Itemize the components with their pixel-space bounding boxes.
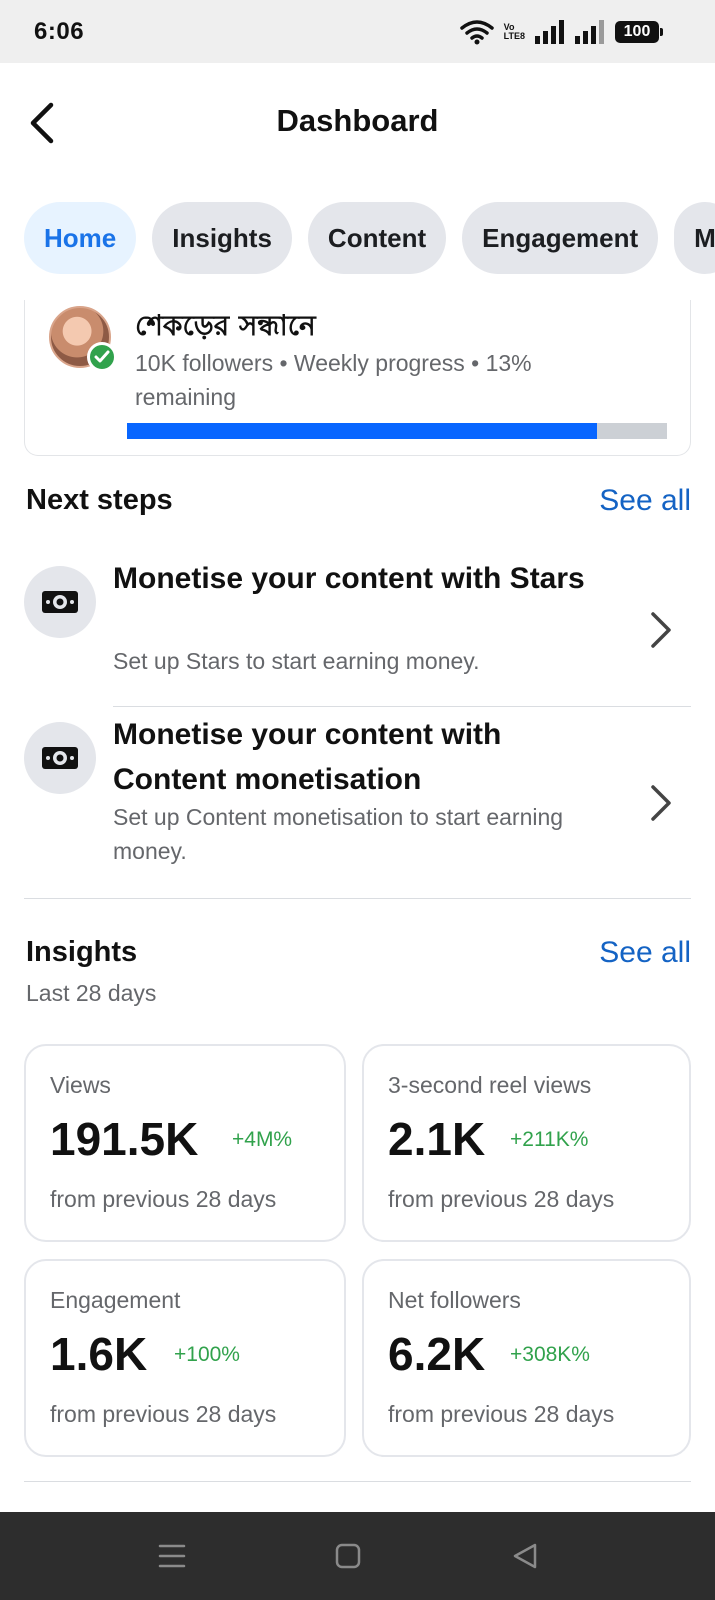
metric-label: Net followers	[388, 1287, 521, 1313]
money-icon	[24, 722, 96, 794]
metric-label: Engagement	[50, 1287, 181, 1313]
profile-card[interactable]: শেকড়ের সন্ধানে 10K followers • Weekly p…	[24, 300, 691, 456]
metric-value: 1.6K	[50, 1328, 148, 1380]
profile-name: শেকড়ের সন্ধানে	[135, 309, 316, 342]
metric-label: 3-second reel views	[388, 1072, 592, 1098]
money-icon	[24, 566, 96, 638]
divider	[113, 706, 691, 707]
metric-change: +211K%	[510, 1128, 589, 1151]
volte-bottom-label: LTE8	[503, 30, 525, 41]
metric-value: 6.2K	[388, 1328, 486, 1380]
metric-comparison: from previous 28 days	[388, 1186, 615, 1212]
divider	[24, 898, 691, 899]
step-monetise-content[interactable]: Monetise your content with Content monet…	[0, 716, 715, 886]
metric-value: 191.5K	[50, 1113, 199, 1165]
metric-comparison: from previous 28 days	[50, 1186, 277, 1212]
chevron-right-icon	[651, 612, 671, 648]
step-title: Monetise your content with Content monet…	[113, 718, 502, 796]
tab-insights[interactable]: Insights	[152, 202, 292, 274]
back-triangle-icon[interactable]	[505, 1536, 545, 1576]
status-bar: 6:06 Vo LTE8 100	[0, 0, 715, 63]
page-title: Dashboard	[276, 102, 439, 138]
tab-content[interactable]: Content	[307, 202, 447, 274]
battery-icon: 100	[615, 20, 663, 43]
signal-icon	[535, 19, 565, 44]
insights-see-all-link[interactable]: See all	[599, 936, 691, 970]
metric-label: Views	[50, 1072, 111, 1098]
insights-title: Insights	[26, 936, 138, 968]
metric-change: +308K%	[510, 1343, 590, 1366]
next-steps-see-all-link[interactable]: See all	[599, 484, 691, 518]
wifi-icon	[459, 19, 494, 45]
tab-more[interactable]: M	[674, 202, 715, 274]
header: Dashboard	[0, 63, 715, 178]
metric-comparison: from previous 28 days	[388, 1401, 615, 1427]
metric-comparison: from previous 28 days	[50, 1401, 277, 1427]
system-nav-bar	[0, 1512, 715, 1600]
back-button[interactable]	[20, 93, 64, 153]
metric-card-reel-views[interactable]: 3-second reel views 2.1K +211K% from pre…	[362, 1044, 691, 1242]
step-monetise-stars[interactable]: Monetise your content with Stars Set up …	[0, 560, 715, 700]
metric-value: 2.1K	[388, 1113, 486, 1165]
weekly-progress-fill	[127, 423, 597, 439]
step-description: Set up Stars to start earning money.	[113, 648, 480, 674]
tab-bar: Home Insights Content Engagement M	[24, 202, 715, 274]
verified-check-icon	[87, 342, 117, 372]
insights-period: Last 28 days	[26, 980, 157, 1006]
divider	[24, 1481, 691, 1482]
tab-home[interactable]: Home	[24, 202, 137, 274]
volte-indicator: Vo LTE8	[503, 22, 525, 41]
signal-icon-2	[575, 19, 605, 44]
status-icons: Vo LTE8 100	[459, 19, 663, 45]
metric-card-engagement[interactable]: Engagement 1.6K +100% from previous 28 d…	[24, 1259, 346, 1457]
next-steps-title: Next steps	[26, 484, 173, 516]
metric-card-net-followers[interactable]: Net followers 6.2K +308K% from previous …	[362, 1259, 691, 1457]
chevron-right-icon	[651, 785, 671, 821]
metric-card-views[interactable]: Views 191.5K +4M% from previous 28 days	[24, 1044, 346, 1242]
metric-change: +100%	[174, 1343, 240, 1366]
profile-meta: 10K followers • Weekly progress • 13% re…	[135, 350, 532, 410]
home-square-icon[interactable]	[328, 1536, 368, 1576]
menu-icon[interactable]	[152, 1536, 192, 1576]
metric-change: +4M%	[232, 1128, 293, 1151]
back-arrow-icon	[30, 102, 54, 144]
tab-engagement[interactable]: Engagement	[462, 202, 659, 274]
step-description: Set up Content monetisation to start ear…	[113, 804, 564, 864]
status-time: 6:06	[34, 17, 85, 45]
step-title: Monetise your content with Stars	[113, 562, 585, 595]
weekly-progress-bar	[127, 423, 667, 439]
